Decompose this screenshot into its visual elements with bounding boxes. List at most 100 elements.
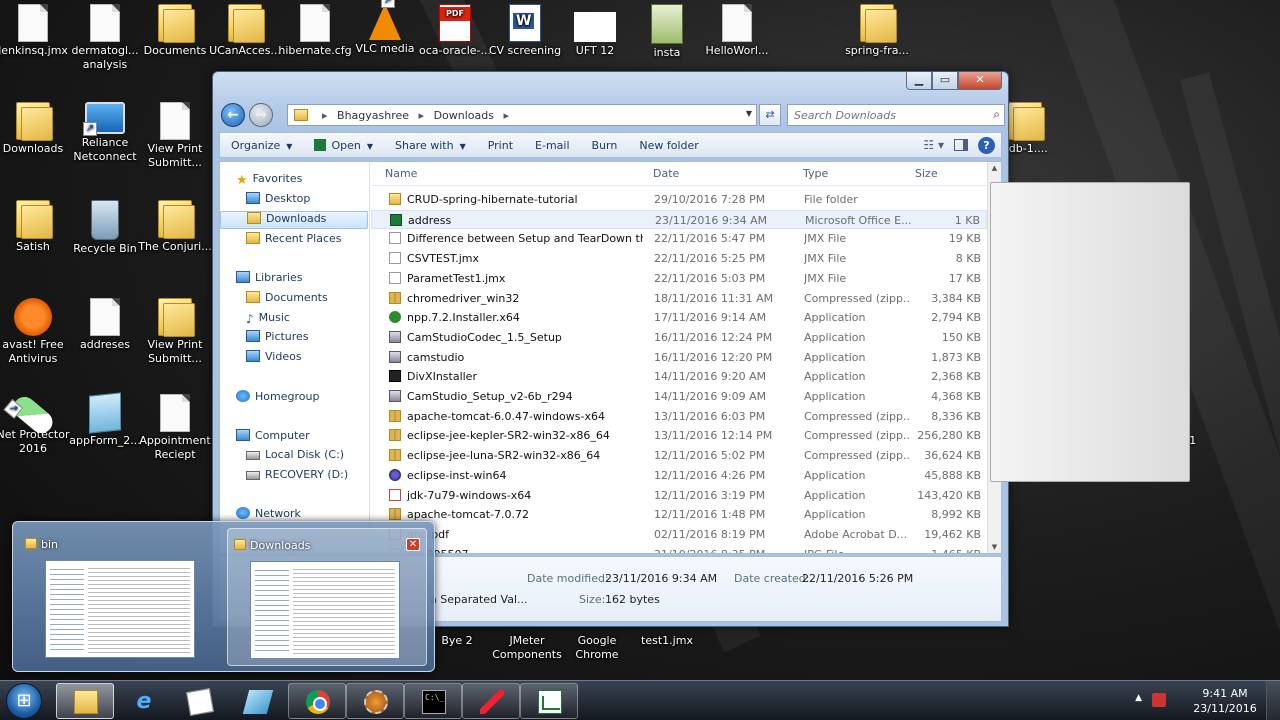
search-icon[interactable]: ⌕: [993, 107, 1000, 122]
close-button[interactable]: ✕: [958, 72, 1002, 90]
taskbar-solitaire[interactable]: [170, 683, 228, 719]
desktop-icon-item[interactable]: insta: [628, 4, 706, 60]
file-row[interactable]: CSVTEST.jmx 22/11/2016 5:25 PM JMX File 8 K…: [371, 249, 987, 268]
help-button[interactable]: ?: [978, 136, 995, 154]
taskbar-explorer[interactable]: [56, 683, 114, 719]
view-options-icon[interactable]: ☷ ▾: [923, 138, 944, 152]
desktop-icon-item[interactable]: UCanAcces...: [206, 4, 284, 58]
desktop-icon-item[interactable]: CV screening: [486, 4, 564, 58]
file-row[interactable]: CamStudio_Setup_v2-6b_r294 14/11/2016 9:0…: [371, 387, 987, 406]
start-button[interactable]: [6, 683, 42, 719]
window-preview[interactable]: [45, 560, 195, 658]
address-bar[interactable]: ▸ Bhagyashree ▸ Downloads ▸ ▼: [287, 104, 757, 126]
file-row[interactable]: eclipse-jee-luna-SR2-win32-x86_64 12/11/2…: [371, 446, 987, 465]
desktop-icon-item[interactable]: VLC media: [346, 0, 424, 56]
share-with-button[interactable]: Share with ▼: [384, 139, 477, 152]
burn-button[interactable]: Burn: [581, 139, 629, 152]
file-row[interactable]: address 23/11/2016 9:34 AM Microsoft Offic…: [371, 209, 987, 229]
file-row[interactable]: Difference between Setup and TearDown th…: [371, 229, 987, 248]
nav-desktop[interactable]: Desktop: [220, 192, 368, 210]
preview-pane-icon[interactable]: [954, 139, 968, 151]
address-dropdown-icon[interactable]: ▼: [746, 109, 752, 118]
nav-computer[interactable]: Computer: [236, 429, 384, 447]
taskbar-pen[interactable]: [462, 683, 520, 719]
new-folder-button[interactable]: New folder: [628, 139, 709, 152]
column-header-name[interactable]: Name: [385, 167, 417, 180]
file-row[interactable]: CamStudioCodec_1.5_Setup 16/11/2016 12:24…: [371, 328, 987, 347]
minimize-button[interactable]: ▁: [906, 72, 932, 90]
nav-homegroup[interactable]: Homegroup: [236, 390, 384, 408]
desktop-icon-item[interactable]: oca-oracle-...: [416, 4, 494, 58]
nav-pictures[interactable]: Pictures: [220, 330, 368, 348]
file-row[interactable]: CRUD-spring-hibernate-tutorial 29/10/2016…: [371, 190, 987, 209]
taskbar-chart-app[interactable]: [520, 683, 578, 719]
desktop-icon-item[interactable]: View Print Submitt...: [136, 298, 214, 366]
file-row[interactable]: eclipse-jee-kepler-SR2-win32-x86_64 13/11…: [371, 426, 987, 445]
file-row[interactable]: npp.7.2.Installer.x64 17/11/2016 9:14 AM A…: [371, 308, 987, 327]
scroll-up-icon[interactable]: ▲: [988, 164, 1001, 172]
scrollbar-thumb[interactable]: [990, 182, 1190, 482]
desktop-icon-item[interactable]: avast! Free Antivirus: [0, 298, 72, 366]
column-header-type[interactable]: Type: [803, 167, 828, 180]
desktop-icon-item[interactable]: spring-fra...: [838, 4, 916, 58]
nav-downloads[interactable]: Downloads: [220, 211, 368, 229]
forward-button[interactable]: →: [249, 103, 273, 127]
column-header-size[interactable]: Size: [915, 167, 938, 180]
nav-local-disk[interactable]: Local Disk (C:): [220, 448, 368, 466]
breadcrumb-separator-icon[interactable]: ▸: [504, 109, 510, 122]
file-row[interactable]: and.pdf 02/11/2016 8:19 PM Adobe Acrobat D…: [371, 525, 987, 544]
desktop-icon-item[interactable]: Reliance Netconnect: [66, 102, 144, 164]
file-row[interactable]: camstudio 16/11/2016 12:20 PM Application 1…: [371, 348, 987, 367]
desktop-icon-item[interactable]: Documents: [136, 4, 214, 58]
desktop-icon-item[interactable]: HelloWorl...: [698, 4, 776, 58]
file-row[interactable]: DivXInstaller 14/11/2016 9:20 AM Applicati…: [371, 367, 987, 386]
nav-videos[interactable]: Videos: [220, 350, 368, 368]
desktop-icon-item[interactable]: View Print Submitt...: [136, 102, 214, 170]
desktop-icon-item[interactable]: Satish: [0, 200, 72, 254]
breadcrumb-item-downloads[interactable]: Downloads: [434, 109, 494, 122]
thumbnail-bin[interactable]: bin: [19, 528, 219, 666]
desktop-icon-item[interactable]: Recycle Bin: [66, 200, 144, 256]
desktop-icon-item[interactable]: UFT 12: [556, 4, 634, 58]
file-row[interactable]: apache-tomcat-7.0.72 12/11/2016 1:48 PM Ap…: [371, 505, 987, 524]
desktop-icon-item[interactable]: Downloads: [0, 102, 72, 156]
desktop-icon-item[interactable]: addreses: [66, 298, 144, 352]
taskbar-chrome[interactable]: [288, 683, 346, 719]
nav-documents[interactable]: Documents: [220, 291, 368, 309]
refresh-button[interactable]: ⇄: [759, 104, 781, 126]
breadcrumb-item-bhagyashree[interactable]: Bhagyashree: [337, 109, 409, 122]
file-row[interactable]: 31_205507 31/10/2016 8:35 PM JPG File 1,465…: [371, 545, 987, 553]
desktop-icon-item[interactable]: Jenkinsq.jmx: [0, 4, 72, 58]
print-button[interactable]: Print: [477, 139, 524, 152]
nav-recovery[interactable]: RECOVERY (D:): [220, 468, 368, 486]
file-row[interactable]: ParametTest1.jmx 22/11/2016 5:03 PM JMX Fi…: [371, 269, 987, 288]
action-center-icon[interactable]: [1152, 693, 1166, 707]
email-button[interactable]: E-mail: [524, 139, 581, 152]
taskbar-java-ide[interactable]: [346, 683, 404, 719]
file-row[interactable]: apache-tomcat-6.0.47-windows-x64 13/11/20…: [371, 407, 987, 426]
thumbnail-downloads[interactable]: Downloads ✕: [227, 528, 427, 666]
scroll-down-icon[interactable]: ▼: [988, 543, 1001, 551]
desktop-icon-item[interactable]: dermatogl... analysis: [66, 4, 144, 72]
close-icon[interactable]: ✕: [406, 538, 420, 551]
search-box[interactable]: ⌕: [787, 104, 1005, 126]
taskbar-app[interactable]: [228, 683, 286, 719]
nav-favorites[interactable]: ★ Favorites: [236, 172, 384, 190]
file-row[interactable]: eclipse-inst-win64 12/11/2016 4:26 PM Appl…: [371, 466, 987, 485]
desktop-icon-item[interactable]: hibernate.cfg: [276, 4, 354, 58]
nav-recent-places[interactable]: Recent Places: [220, 232, 368, 250]
taskbar-ie[interactable]: e: [114, 683, 172, 719]
column-header-date[interactable]: Date: [653, 167, 679, 180]
desktop-icon-item[interactable]: The Conjuri...: [136, 200, 214, 254]
show-hidden-icons-button[interactable]: ▲: [1135, 693, 1142, 703]
open-button[interactable]: Open ▼: [303, 138, 384, 152]
nav-libraries[interactable]: Libraries: [236, 271, 384, 289]
nav-music[interactable]: ♪ Music: [220, 311, 368, 329]
maximize-button[interactable]: ▭: [932, 72, 958, 90]
back-button[interactable]: ←: [221, 103, 245, 127]
vertical-scrollbar[interactable]: ▲ ▼: [987, 162, 1190, 553]
desktop-icon-item[interactable]: Appointment Reciept: [136, 394, 214, 462]
organize-button[interactable]: Organize ▼: [220, 139, 303, 152]
breadcrumb-separator-icon[interactable]: ▸: [419, 109, 425, 122]
show-desktop-button[interactable]: [1266, 681, 1280, 720]
